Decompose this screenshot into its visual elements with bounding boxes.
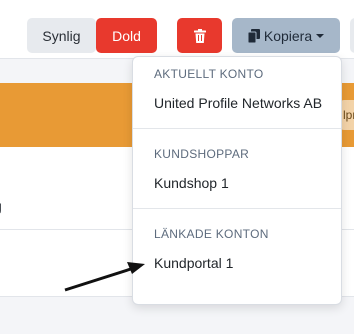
annotation-arrow [64, 262, 145, 292]
